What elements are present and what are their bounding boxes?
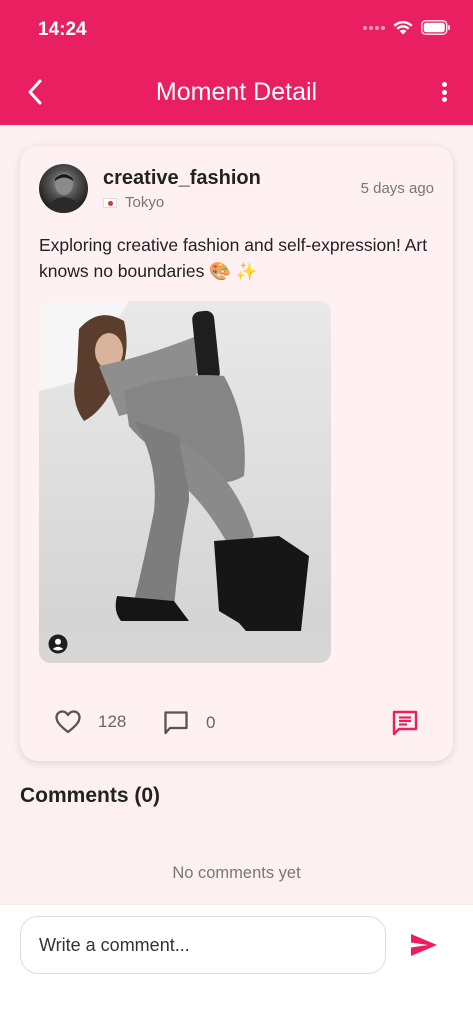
more-options-button[interactable] xyxy=(437,79,451,105)
battery-icon xyxy=(421,20,450,35)
open-chat-button[interactable] xyxy=(391,709,419,742)
like-button[interactable]: 128 xyxy=(54,709,126,735)
post-text: Exploring creative fashion and self-expr… xyxy=(39,235,428,281)
status-time: 14:24 xyxy=(38,19,87,40)
page-title: Moment Detail xyxy=(155,78,318,106)
send-icon xyxy=(411,934,437,956)
status-icons xyxy=(363,20,451,35)
app-header: 14:24 Moment Detail xyxy=(0,0,473,125)
comments-heading: Comments (0) xyxy=(20,784,161,807)
comment-count-button[interactable]: 0 xyxy=(162,709,215,737)
post-timestamp: 5 days ago xyxy=(360,180,434,197)
status-bar: 14:24 xyxy=(0,0,473,60)
empty-comments-text: No comments yet xyxy=(172,864,301,882)
comment-composer xyxy=(0,904,473,1024)
location: Tokyo xyxy=(103,194,164,211)
more-vert-icon xyxy=(441,82,447,87)
chat-icon xyxy=(392,710,418,736)
location-label: Tokyo xyxy=(125,194,165,211)
post-photo[interactable] xyxy=(39,301,331,663)
signal-icon xyxy=(363,25,385,30)
post-actions: 128 0 xyxy=(20,706,453,740)
moment-card: creative_fashion Tokyo 5 days ago Explor… xyxy=(20,146,453,761)
like-count: 128 xyxy=(98,712,127,731)
comment-count: 0 xyxy=(206,713,216,732)
account-circle-icon xyxy=(48,634,68,654)
avatar[interactable] xyxy=(39,164,88,213)
nav-bar: Moment Detail xyxy=(0,60,473,125)
heart-outline-icon xyxy=(55,710,81,734)
wifi-icon xyxy=(393,20,413,35)
japan-flag-icon xyxy=(103,197,117,208)
comment-outline-icon xyxy=(164,711,188,735)
username[interactable]: creative_fashion xyxy=(103,167,261,190)
comment-input[interactable] xyxy=(20,916,386,974)
send-button[interactable] xyxy=(409,932,439,958)
